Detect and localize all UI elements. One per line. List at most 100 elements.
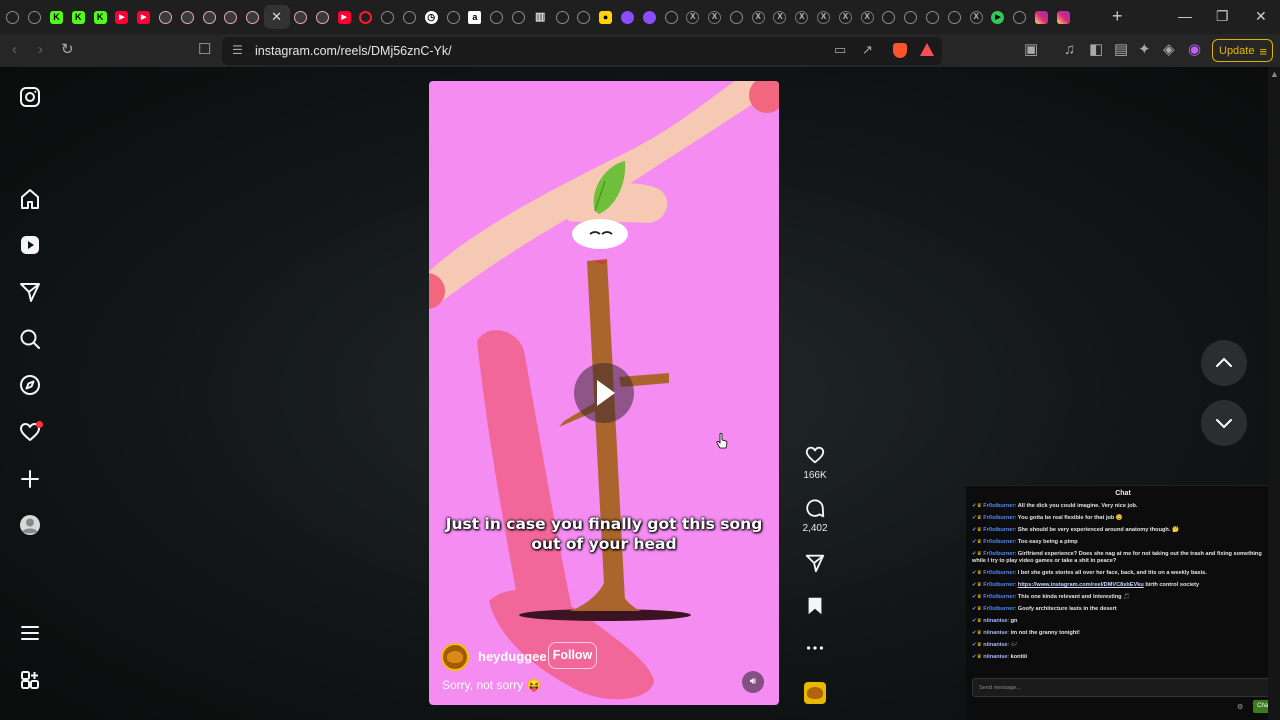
browser-tab[interactable] [660, 5, 682, 29]
browser-tab[interactable]: ✕ [263, 5, 290, 29]
browser-tab[interactable]: ▶ [133, 5, 155, 29]
chat-settings-gear-icon[interactable]: ⚙ [1237, 703, 1243, 711]
chat-username[interactable]: Fr0stburner [983, 582, 1014, 588]
mute-toggle-icon[interactable]: 🔊︎ [742, 671, 764, 693]
search-icon[interactable] [18, 327, 42, 351]
chat-username[interactable]: Fr0stburner [983, 606, 1014, 612]
more-menu-icon[interactable] [18, 621, 42, 645]
reel-author-avatar[interactable] [441, 643, 469, 671]
browser-tab[interactable]: ▶ [111, 5, 133, 29]
minimize-button[interactable]: — [1178, 8, 1192, 24]
browser-tab[interactable]: ● [595, 5, 617, 29]
browser-tab[interactable] [1009, 5, 1031, 29]
browser-tab[interactable] [355, 5, 377, 29]
browser-tab[interactable] [377, 5, 399, 29]
browser-tab[interactable] [2, 5, 24, 29]
reels-icon[interactable] [18, 233, 42, 257]
chat-username[interactable]: niinanise [983, 642, 1007, 648]
chat-username[interactable]: Fr0stburner [983, 594, 1014, 600]
chat-username[interactable]: Fr0stburner [983, 551, 1014, 557]
chat-link[interactable]: https://www.instagram.com/reel/DMVC8sbEV… [1018, 582, 1144, 588]
browser-tab[interactable] [726, 5, 748, 29]
browser-tab[interactable] [573, 5, 595, 29]
browser-tab[interactable] [176, 5, 198, 29]
chat-username[interactable]: Fr0stburner [983, 539, 1014, 545]
profile-icon[interactable] [18, 513, 42, 537]
chat-username[interactable]: niinanise [983, 630, 1007, 636]
next-reel-button[interactable] [1201, 400, 1247, 446]
browser-tab[interactable]: ▶ [333, 5, 355, 29]
browser-tab[interactable]: X [747, 5, 769, 29]
brave-shields-icon[interactable] [893, 43, 907, 58]
wallet-icon[interactable]: ▣ [1024, 41, 1038, 59]
page-scrollbar[interactable]: ▲ [1268, 67, 1280, 720]
threads-icon[interactable] [18, 668, 42, 692]
browser-tab[interactable]: X [704, 5, 726, 29]
save-action[interactable] [800, 595, 830, 617]
browser-tab[interactable] [198, 5, 220, 29]
reel-video[interactable]: Just in case you finally got this song o… [429, 81, 779, 705]
browser-tab[interactable] [551, 5, 573, 29]
browser-tab[interactable]: K [89, 5, 111, 29]
browser-tab[interactable] [155, 5, 177, 29]
browser-tab[interactable] [242, 5, 264, 29]
browser-tab[interactable] [638, 5, 660, 29]
reload-icon[interactable]: ↻ [61, 41, 74, 59]
browser-tab[interactable]: K [46, 5, 68, 29]
leo-ai-icon[interactable]: ✦ [1138, 41, 1151, 59]
scroll-up-arrow-icon[interactable]: ▲ [1270, 69, 1279, 79]
share-icon[interactable]: ↗ [862, 42, 873, 58]
vpn-icon[interactable]: ◈ [1163, 41, 1175, 59]
browser-tab[interactable] [290, 5, 312, 29]
maximize-button[interactable]: ❐ [1216, 8, 1229, 24]
browser-tab[interactable] [220, 5, 242, 29]
forward-icon[interactable]: › [38, 41, 43, 59]
create-icon[interactable] [18, 467, 42, 491]
browser-tab[interactable] [922, 5, 944, 29]
back-icon[interactable]: ‹ [12, 41, 17, 59]
browser-tab[interactable] [486, 5, 508, 29]
home-icon[interactable] [18, 187, 42, 211]
brave-rewards-icon[interactable] [920, 43, 934, 56]
browser-tab[interactable]: X [813, 5, 835, 29]
browser-tab[interactable]: X [965, 5, 987, 29]
explore-icon[interactable] [18, 373, 42, 397]
url-text[interactable]: instagram.com/reels/DMj56znC-Yk/ [255, 44, 452, 58]
update-button[interactable]: Update ≡ [1212, 39, 1273, 62]
browser-tab[interactable]: X [769, 5, 791, 29]
browser-tab[interactable] [399, 5, 421, 29]
instagram-logo-icon[interactable] [18, 85, 42, 109]
messages-icon[interactable] [18, 280, 42, 304]
browser-tab[interactable] [878, 5, 900, 29]
extension-icon[interactable]: ◉ [1188, 41, 1201, 59]
chat-username[interactable]: niinanise [983, 618, 1007, 624]
previous-reel-button[interactable] [1201, 340, 1247, 386]
browser-tab[interactable]: X [834, 5, 856, 29]
address-bar[interactable]: ☰ instagram.com/reels/DMj56znC-Yk/ ▭ ↗ [222, 37, 942, 65]
comment-action[interactable]: 2,402 [800, 497, 830, 534]
browser-tab[interactable]: ▶ [987, 5, 1009, 29]
browser-tab[interactable]: K [67, 5, 89, 29]
close-window-button[interactable]: ✕ [1255, 8, 1267, 24]
chat-username[interactable]: Fr0stburner [983, 515, 1014, 521]
crypto-wallet-icon[interactable]: ▤ [1114, 41, 1128, 59]
reel-author-username[interactable]: heyduggee [478, 649, 547, 664]
music-icon[interactable]: ♫ [1064, 41, 1075, 59]
more-options-icon[interactable] [800, 637, 830, 659]
browser-tab[interactable] [1052, 5, 1074, 29]
browser-tab[interactable]: ◷ [420, 5, 442, 29]
bookmark-page-icon[interactable]: ☐ [198, 41, 211, 59]
chat-username[interactable]: niinanise [983, 654, 1007, 660]
original-audio-thumbnail[interactable] [804, 682, 826, 704]
site-settings-icon[interactable]: ☰ [232, 43, 243, 57]
browser-tab[interactable] [900, 5, 922, 29]
browser-tab[interactable] [508, 5, 530, 29]
chat-username[interactable]: Fr0stburner [983, 503, 1014, 509]
browser-tab[interactable] [943, 5, 965, 29]
sidebar-toggle-icon[interactable]: ◧ [1089, 41, 1103, 59]
new-tab-button[interactable]: + [1112, 6, 1123, 26]
share-action[interactable] [800, 552, 830, 574]
browser-tab[interactable]: X [791, 5, 813, 29]
browser-tab[interactable]: X [856, 5, 878, 29]
follow-button[interactable]: Follow [548, 642, 597, 669]
